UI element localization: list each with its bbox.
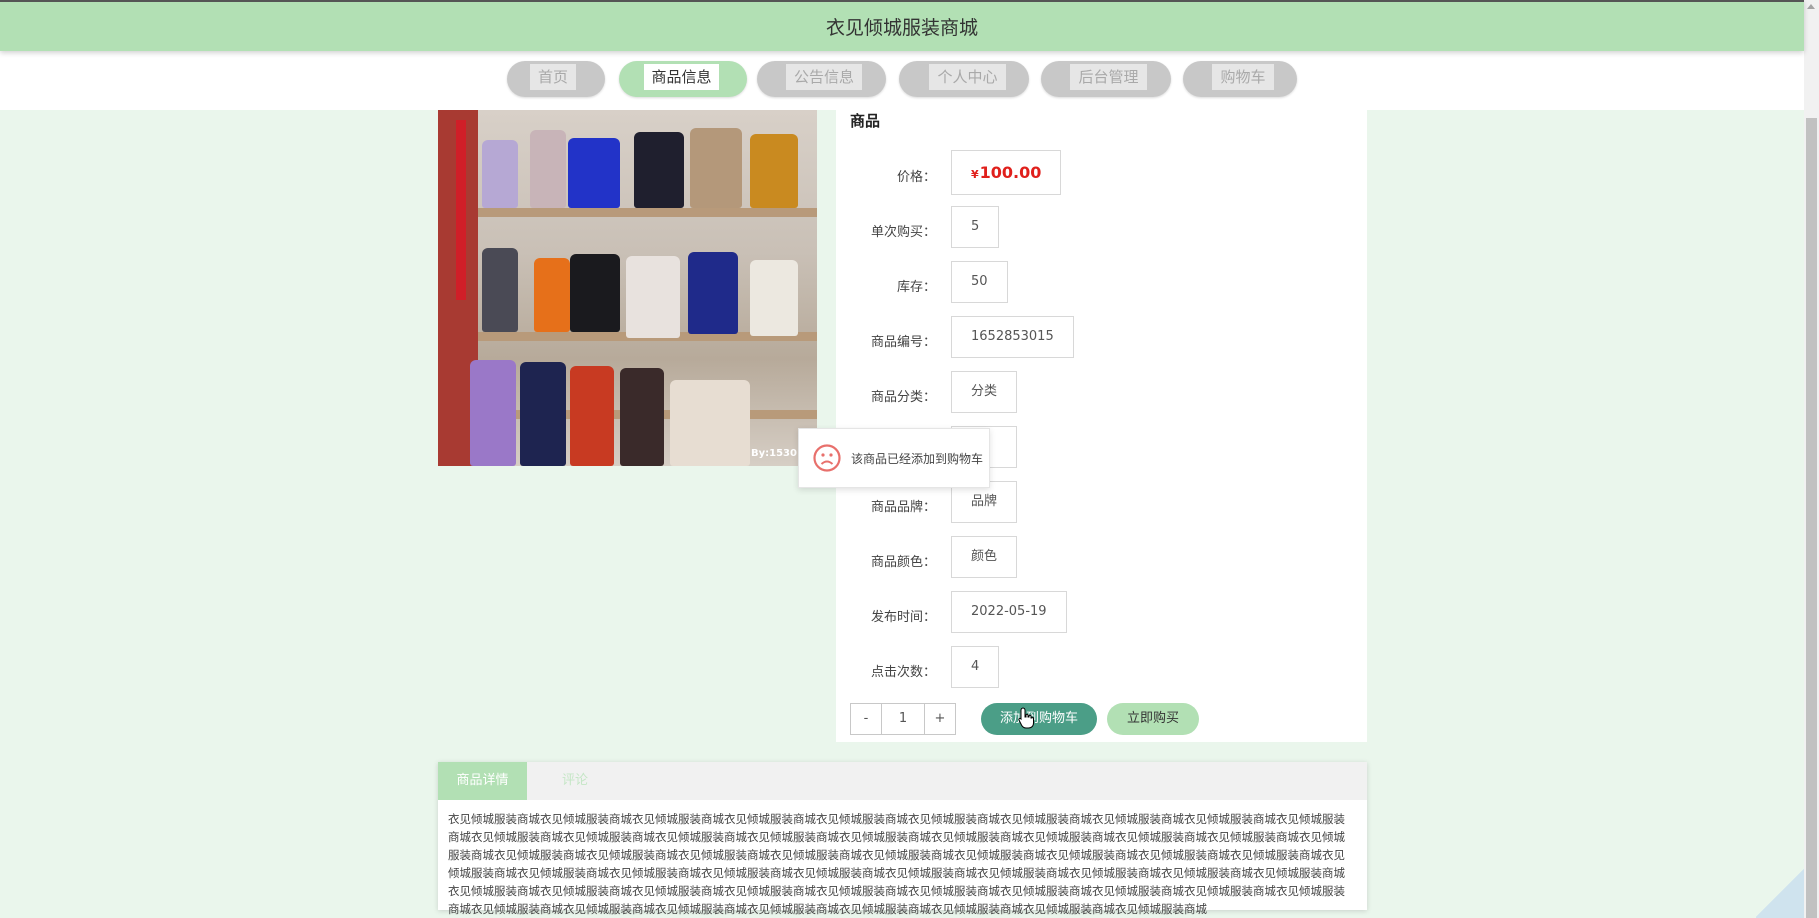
nav-item-label: 后台管理 xyxy=(1070,64,1147,90)
quantity-decrease-button[interactable]: - xyxy=(851,704,881,734)
publish-date-value: 2022-05-19 xyxy=(951,591,1067,633)
nav-item-admin[interactable]: 后台管理 xyxy=(1041,61,1171,97)
tab-product-details[interactable]: 商品详情 xyxy=(438,762,527,800)
quantity-increase-button[interactable]: + xyxy=(925,704,955,734)
stock-value: 50 xyxy=(951,261,1008,303)
buy-now-button[interactable]: 立即购买 xyxy=(1107,703,1199,735)
corner-decoration xyxy=(1756,868,1804,918)
brand-label: 商品品牌： xyxy=(870,500,936,515)
purchase-limit-label: 单次购买： xyxy=(870,225,936,240)
nav-item-profile[interactable]: 个人中心 xyxy=(899,61,1029,97)
price-label: 价格： xyxy=(896,170,936,185)
site-title: 衣见倾城服装商城 xyxy=(825,17,978,39)
scroll-up-icon[interactable] xyxy=(1807,4,1815,9)
nav-item-cart[interactable]: 购物车 xyxy=(1183,61,1297,97)
main-nav: 首页 商品信息 公告信息 个人中心 后台管理 购物车 xyxy=(0,51,1804,110)
nav-item-label: 公告信息 xyxy=(786,64,862,90)
scrollbar-thumb[interactable] xyxy=(1806,118,1817,918)
category-value: 分类 xyxy=(951,371,1018,413)
price-amount: 100.00 xyxy=(979,163,1042,182)
click-count-label: 点击次数： xyxy=(870,665,936,680)
currency-symbol: ¥ xyxy=(971,168,979,181)
quantity-input[interactable]: 1 xyxy=(881,704,925,734)
color-label: 商品颜色： xyxy=(870,555,936,570)
nav-item-products[interactable]: 商品信息 xyxy=(619,61,747,97)
detail-tabs: 商品详情 评论 xyxy=(438,762,1367,800)
add-to-cart-button[interactable]: 添加到购物车 xyxy=(981,703,1097,735)
product-description: 衣见倾城服装商城衣见倾城服装商城衣见倾城服装商城衣见倾城服装商城衣见倾城服装商城… xyxy=(448,812,1345,916)
category-label: 商品分类： xyxy=(870,390,936,405)
nav-item-label: 购物车 xyxy=(1212,64,1274,90)
hand-cursor-icon xyxy=(1018,707,1034,729)
product-image: By:15301 xyxy=(438,110,817,466)
toast-message: 该商品已经添加到购物车 xyxy=(851,451,984,466)
product-info-panel: 商品 价格： ¥100.00 单次购买： 5 库存： 50 商品编号： 1652… xyxy=(836,110,1367,742)
tab-comments[interactable]: 评论 xyxy=(527,762,623,800)
publish-date-label: 发布时间： xyxy=(870,610,936,625)
image-watermark: By:15301 xyxy=(751,448,804,459)
product-detail-panel: 商品详情 评论 衣见倾城服装商城衣见倾城服装商城衣见倾城服装商城衣见倾城服装商城… xyxy=(438,762,1367,916)
color-value: 颜色 xyxy=(951,536,1018,578)
click-count-value: 4 xyxy=(951,646,1000,688)
product-title: 商品 xyxy=(850,112,881,130)
site-header: 衣见倾城服装商城 xyxy=(0,0,1804,51)
price-value: ¥100.00 xyxy=(951,150,1062,195)
product-id-label: 商品编号： xyxy=(870,335,936,350)
nav-item-label: 个人中心 xyxy=(929,64,1006,90)
toast-notification: 该商品已经添加到购物车 xyxy=(798,428,990,488)
nav-item-home[interactable]: 首页 xyxy=(507,61,605,97)
stock-label: 库存： xyxy=(896,280,936,295)
sad-face-icon xyxy=(813,444,841,472)
page-scrollbar[interactable] xyxy=(1804,0,1819,918)
quantity-stepper: - 1 + xyxy=(850,703,956,735)
nav-item-announcements[interactable]: 公告信息 xyxy=(757,61,886,97)
nav-item-label: 首页 xyxy=(530,64,576,90)
product-id-value: 1652853015 xyxy=(951,316,1074,358)
purchase-limit-value: 5 xyxy=(951,206,1000,248)
nav-item-label: 商品信息 xyxy=(644,64,719,90)
